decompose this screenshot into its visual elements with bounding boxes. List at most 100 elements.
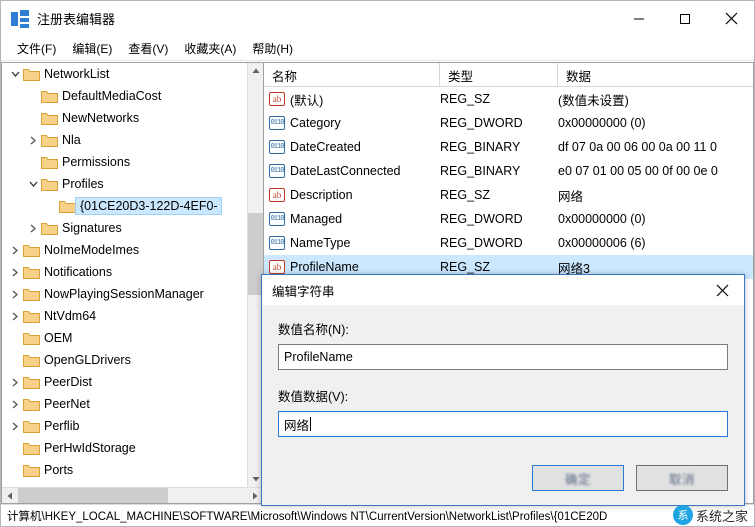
chevron-right-icon[interactable] bbox=[26, 217, 40, 239]
chevron-right-icon[interactable] bbox=[8, 305, 22, 327]
dword-value-icon: 0110 bbox=[264, 212, 290, 226]
chevron-right-icon[interactable] bbox=[8, 283, 22, 305]
folder-icon bbox=[22, 349, 40, 371]
tree-node-label: PerHwIdStorage bbox=[44, 441, 136, 455]
tree-node[interactable]: Profiles bbox=[2, 173, 247, 195]
tree-node[interactable]: NowPlayingSessionManager bbox=[2, 283, 247, 305]
tree-node[interactable]: Signatures bbox=[2, 217, 247, 239]
column-header-type[interactable]: 类型 bbox=[440, 63, 558, 87]
tree-node[interactable]: NetworkList bbox=[2, 63, 247, 85]
tree-node-label: Profiles bbox=[62, 177, 104, 191]
tree-horizontal-scrollbar[interactable] bbox=[2, 487, 263, 503]
column-header-name[interactable]: 名称 bbox=[264, 63, 440, 87]
tree-node[interactable]: PeerNet bbox=[2, 393, 247, 415]
ok-button[interactable]: 确定 bbox=[532, 465, 624, 491]
folder-icon bbox=[22, 261, 40, 283]
value-list[interactable]: ab (默认) REG_SZ (数值未设置) 0110 Category REG_DWORD… bbox=[264, 87, 753, 279]
value-data-input[interactable]: 网络 bbox=[278, 411, 728, 437]
tree-node[interactable]: Notifications bbox=[2, 261, 247, 283]
minimize-button[interactable] bbox=[616, 1, 662, 37]
registry-editor-window: 注册表编辑器 文件(F) 编辑(E) 查看(V) 收藏夹(A) 帮助(H) Ne… bbox=[0, 0, 755, 527]
binary-value-icon: 0110 bbox=[264, 140, 290, 154]
dialog-close-button[interactable] bbox=[700, 275, 744, 305]
tree-node[interactable]: Nla bbox=[2, 129, 247, 151]
tree-node[interactable]: DefaultMediaCost bbox=[2, 85, 247, 107]
tree-node-label: Ports bbox=[44, 463, 74, 477]
value-name-input[interactable]: ProfileName bbox=[278, 344, 728, 370]
value-name-text: ProfileName bbox=[284, 350, 353, 364]
registry-tree[interactable]: NetworkList DefaultMediaCost NewNetworks Nl… bbox=[2, 63, 247, 487]
watermark-badge-icon: 系 bbox=[672, 505, 693, 525]
chevron-right-icon[interactable] bbox=[26, 129, 40, 151]
value-row[interactable]: 0110 DateLastConnected REG_BINARY e0 07 01 … bbox=[264, 159, 753, 183]
tree-node[interactable]: NoImeModeImes bbox=[2, 239, 247, 261]
string-value-icon: ab bbox=[264, 92, 290, 106]
tree-node-label: DefaultMediaCost bbox=[62, 89, 162, 103]
dialog-body: 数值名称(N): ProfileName 数值数据(V): 网络 bbox=[262, 305, 744, 437]
value-row[interactable]: ab Description REG_SZ 网络 bbox=[264, 183, 753, 207]
chevron-down-icon[interactable] bbox=[26, 173, 40, 195]
chevron-right-icon[interactable] bbox=[8, 261, 22, 283]
value-row[interactable]: 0110 Category REG_DWORD 0x00000000 (0) bbox=[264, 111, 753, 135]
cancel-button[interactable]: 取消 bbox=[636, 465, 728, 491]
tree-node-label: Nla bbox=[62, 133, 81, 147]
value-row[interactable]: 0110 NameType REG_DWORD 0x00000006 (6) bbox=[264, 231, 753, 255]
text-caret bbox=[310, 417, 312, 431]
watermark: 系 系统之家 bbox=[672, 505, 748, 525]
dword-value-icon: 0110 bbox=[264, 116, 290, 130]
scroll-left-icon[interactable] bbox=[2, 488, 18, 503]
folder-icon bbox=[22, 415, 40, 437]
chevron-right-icon[interactable] bbox=[8, 415, 22, 437]
column-header-data[interactable]: 数据 bbox=[558, 63, 753, 87]
chevron-down-icon[interactable] bbox=[8, 63, 22, 85]
folder-icon bbox=[22, 393, 40, 415]
tree-hscroll-thumb[interactable] bbox=[18, 488, 168, 503]
chevron-right-icon[interactable] bbox=[8, 393, 22, 415]
tree-node[interactable]: OEM bbox=[2, 327, 247, 349]
watermark-text: 系统之家 bbox=[695, 508, 748, 524]
close-button[interactable] bbox=[708, 1, 754, 37]
value-data: e0 07 01 00 05 00 0f 00 0e 0 bbox=[558, 164, 718, 178]
chevron-right-icon[interactable] bbox=[8, 371, 22, 393]
dword-value-icon: 0110 bbox=[264, 236, 290, 250]
tree-node[interactable]: OpenGLDrivers bbox=[2, 349, 247, 371]
dialog-title: 编辑字符串 bbox=[272, 284, 335, 299]
value-name: DateCreated bbox=[290, 140, 361, 154]
tree-node[interactable]: PeerDist bbox=[2, 371, 247, 393]
menu-file[interactable]: 文件(F) bbox=[9, 38, 64, 59]
menu-help[interactable]: 帮助(H) bbox=[244, 38, 301, 59]
tree-node[interactable]: Ports bbox=[2, 459, 247, 481]
tree-node[interactable]: {01CE20D3-122D-4EF0- bbox=[2, 195, 247, 217]
menu-view[interactable]: 查看(V) bbox=[120, 38, 176, 59]
maximize-button[interactable] bbox=[662, 1, 708, 37]
folder-icon bbox=[22, 327, 40, 349]
tree-node[interactable]: NtVdm64 bbox=[2, 305, 247, 327]
tree-node[interactable]: NewNetworks bbox=[2, 107, 247, 129]
menu-edit[interactable]: 编辑(E) bbox=[64, 38, 120, 59]
scroll-up-icon[interactable] bbox=[248, 63, 263, 79]
tree-node-label: OEM bbox=[44, 331, 73, 345]
edit-string-dialog: 编辑字符串 数值名称(N): ProfileName 数值数据(V): 网络 确… bbox=[261, 274, 745, 506]
value-row[interactable]: ab (默认) REG_SZ (数值未设置) bbox=[264, 87, 753, 111]
value-name: (默认) bbox=[290, 93, 324, 108]
tree-node-label: NetworkList bbox=[44, 67, 110, 81]
chevron-right-icon[interactable] bbox=[8, 239, 22, 261]
registry-tree-pane: NetworkList DefaultMediaCost NewNetworks Nl… bbox=[1, 62, 263, 504]
tree-node-label: Perflib bbox=[44, 419, 80, 433]
tree-node[interactable]: Permissions bbox=[2, 151, 247, 173]
value-type: REG_BINARY bbox=[440, 164, 521, 178]
folder-icon bbox=[40, 107, 58, 129]
tree-node[interactable]: PerHwIdStorage bbox=[2, 437, 247, 459]
menu-bar: 文件(F) 编辑(E) 查看(V) 收藏夹(A) 帮助(H) bbox=[1, 37, 754, 61]
value-row[interactable]: 0110 DateCreated REG_BINARY df 07 0a 00 06 … bbox=[264, 135, 753, 159]
menu-favorites[interactable]: 收藏夹(A) bbox=[176, 38, 244, 59]
tree-node-label: NoImeModeImes bbox=[44, 243, 140, 257]
value-row[interactable]: 0110 Managed REG_DWORD 0x00000000 (0) bbox=[264, 207, 753, 231]
folder-icon bbox=[40, 217, 58, 239]
tree-node-label: PeerDist bbox=[44, 375, 92, 389]
tree-node[interactable]: Perflib bbox=[2, 415, 247, 437]
value-data: 0x00000000 (0) bbox=[558, 212, 646, 226]
